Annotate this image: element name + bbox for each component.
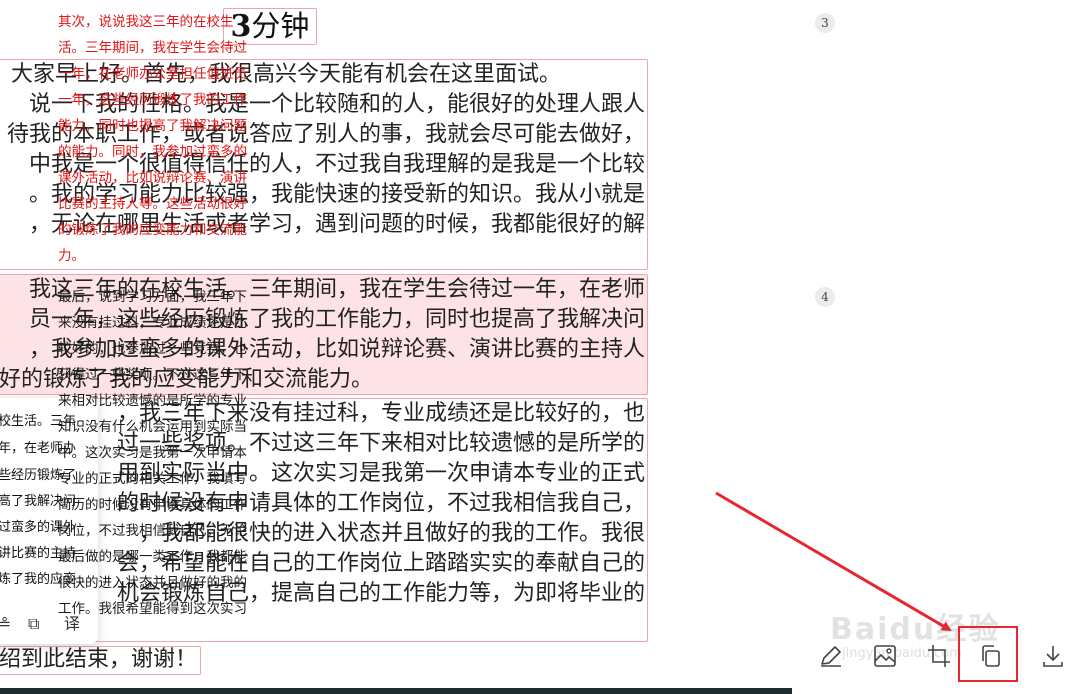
answer-line: 课外活动，比如说辩论赛、演讲 [58,170,247,186]
answer-line: 工作。我很希望能得到这次实习 [58,601,247,617]
answer-line: 来相对比较遗憾的是所学的专业 [58,393,247,409]
answer-line: 较好的，也参加过一些竞赛，也 [58,341,247,357]
crop-icon[interactable] [926,643,952,669]
answer-line: 最后做的是哪一类工作，我都能 [58,549,247,565]
answer-line: 一年，这些经历锻炼了我的工作 [58,92,247,108]
copy-icon[interactable]: ⧉ [28,612,39,636]
answer-line: 岗位，不过我相信我自己，无论 [58,523,247,539]
result-panel [792,0,1083,694]
annotation-highlight-box [958,626,1018,682]
bottom-strip [0,688,792,694]
answer-line: 最后，说到学习方面，我三年下 [58,289,247,305]
item-number-badge: 4 [815,287,835,307]
link-icon[interactable]: ≗ [0,612,11,636]
image-scan-icon[interactable] [872,643,898,669]
answer-line: 的锻炼了我的应变能力和交流能 [58,222,247,238]
item-number-badge: 3 [815,13,835,33]
answer-line: 一年，在老师办公室担任值班员 [58,66,247,82]
closing-line[interactable]: 绍到此结束，谢谢！ [0,646,202,675]
answer-line: 力。 [58,248,85,264]
answer-line: 其次，说说我这三年的在校生 [58,14,234,30]
answer-line: 能力，同时也提高了我解决问题 [58,118,247,134]
answer-line: 比赛的主持人等。这些活动很好 [58,196,247,212]
doc-title-text: 分钟 [251,9,310,43]
answer-line: 知识没有什么机会运用到实际当 [58,419,247,435]
answer-line: 获得过一些奖项。不过这三年下 [58,367,247,383]
answer-line: 来没有挂过科，专业成绩还是比 [58,315,247,331]
download-icon[interactable] [1040,643,1066,669]
answer-line: 很快的进入状态并且做好的我的 [58,575,247,591]
answer-line: 简历的时候没有申请具体的工作 [58,497,247,513]
answer-line: 中。这次实习是我第一次申请本 [58,445,247,461]
answer-line: 活。三年期间，我在学生会待过 [58,40,247,56]
edit-icon[interactable] [818,643,844,669]
answer-line: 的能力。同时，我参加过蛮多的 [58,144,247,160]
answer-line: 专业的正式的相关工作，我填写 [58,471,247,487]
